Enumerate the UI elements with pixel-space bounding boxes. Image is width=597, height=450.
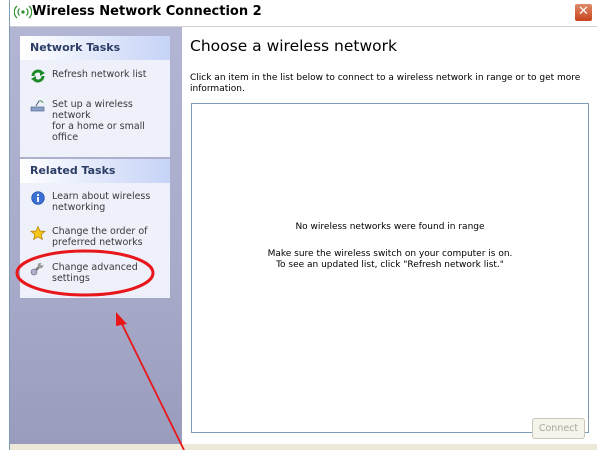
task-label: Learn about wireless — [52, 191, 151, 202]
wireless-network-window: Wireless Network Connection 2 ✕ Network … — [9, 0, 597, 450]
task-label: Set up a wireless network — [52, 99, 133, 121]
empty-list-message: No wireless networks were found in range — [295, 222, 485, 232]
task-label: Refresh network list — [52, 69, 147, 80]
refresh-icon — [30, 69, 46, 83]
star-icon — [30, 225, 46, 241]
hint-line2: To see an updated list, click "Refresh n… — [276, 260, 504, 270]
wireless-network-list[interactable]: No wireless networks were found in range… — [191, 103, 589, 433]
task-pane: Network Tasks Refresh network list Set u… — [10, 27, 182, 444]
wireless-signal-icon — [13, 3, 33, 19]
wrench-icon — [30, 262, 46, 276]
intro-text: Click an item in the list below to conne… — [190, 73, 590, 95]
info-icon — [30, 191, 46, 205]
related-tasks-heading: Related Tasks — [20, 159, 170, 183]
window-title: Wireless Network Connection 2 — [32, 4, 262, 19]
task-label: Change advanced — [52, 262, 138, 273]
main-content: Choose a wireless network Click an item … — [182, 27, 597, 444]
close-icon: ✕ — [578, 4, 589, 19]
task-label-line2: for a home or small office — [52, 121, 145, 143]
task-setup-wireless-network[interactable]: Set up a wireless network for a home or … — [20, 99, 170, 143]
page-title: Choose a wireless network — [190, 37, 397, 55]
list-hint: Make sure the wireless switch on your co… — [192, 249, 588, 271]
task-change-network-order[interactable]: Change the order of preferred networks — [20, 225, 170, 248]
network-tasks-heading: Network Tasks — [20, 36, 170, 60]
task-refresh-network-list[interactable]: Refresh network list — [20, 69, 170, 83]
close-button[interactable]: ✕ — [574, 3, 593, 22]
intro-line2: information. — [190, 84, 245, 94]
task-label-line2: networking — [52, 202, 106, 213]
task-change-advanced-settings[interactable]: Change advanced settings — [20, 262, 170, 284]
task-label-line2: preferred networks — [52, 237, 143, 248]
connect-button[interactable]: Connect — [532, 418, 585, 439]
task-label-line2: settings — [52, 273, 90, 284]
task-learn-about-wireless[interactable]: Learn about wireless networking — [20, 191, 170, 213]
related-tasks-group: Related Tasks Learn about wireless netwo… — [20, 159, 170, 298]
task-label: Change the order of — [52, 226, 148, 237]
network-tasks-group: Network Tasks Refresh network list Set u… — [20, 36, 170, 157]
setup-wizard-icon — [30, 99, 46, 113]
intro-line1: Click an item in the list below to conne… — [190, 73, 581, 83]
hint-line1: Make sure the wireless switch on your co… — [267, 249, 513, 259]
title-bar[interactable]: Wireless Network Connection 2 ✕ — [10, 0, 597, 27]
